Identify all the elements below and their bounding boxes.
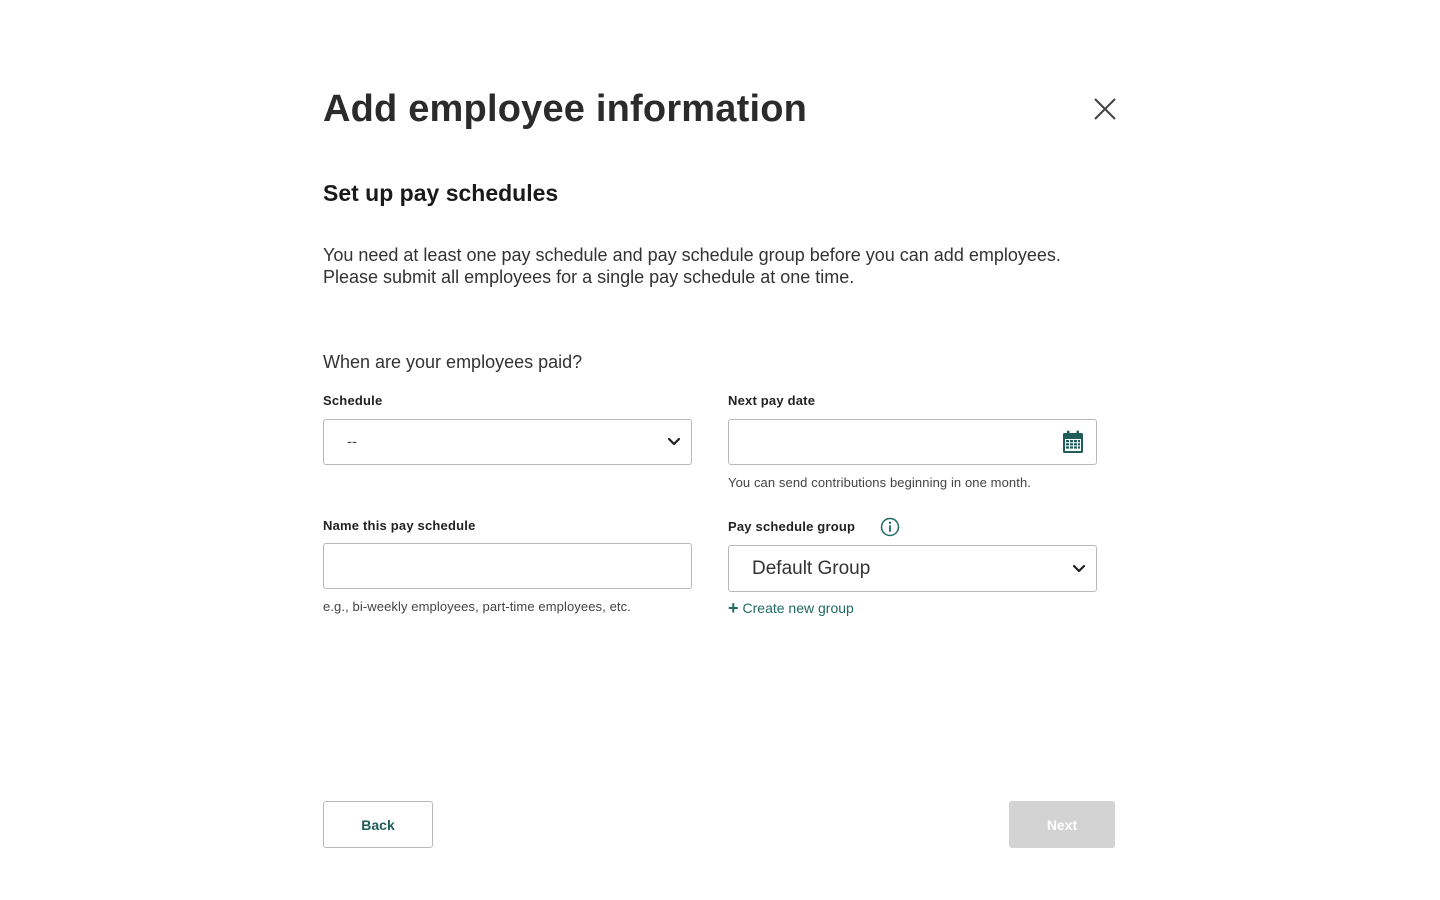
group-selected-value: Default Group [752,557,871,579]
section-title: Set up pay schedules [323,180,559,206]
schedule-select[interactable]: -- [323,419,692,465]
plus-icon: + [728,598,739,618]
schedule-name-label: Name this pay schedule [323,518,476,533]
create-new-group-label: Create new group [742,600,854,616]
next-pay-date-field[interactable] [728,419,1097,465]
chevron-down-icon [1072,564,1086,572]
back-button[interactable]: Back [323,801,433,848]
schedule-label: Schedule [323,393,383,408]
close-button[interactable] [1090,94,1120,124]
add-employee-modal: Add employee information Set up pay sche… [0,0,1440,900]
pay-schedule-group-select[interactable]: Default Group [728,545,1097,592]
pay-schedule-group-label: Pay schedule group [728,519,856,534]
close-icon [1094,98,1116,120]
next-button[interactable]: Next [1009,801,1115,848]
pay-question: When are your employees paid? [323,352,583,372]
next-pay-date-label: Next pay date [728,393,816,408]
page-title: Add employee information [323,88,808,130]
calendar-icon[interactable] [1062,430,1084,454]
next-pay-date-help: You can send contributions beginning in … [728,475,1032,490]
intro-text: You need at least one pay schedule and p… [323,245,1061,287]
create-new-group-link[interactable]: + Create new group [728,598,854,618]
schedule-name-input[interactable] [323,543,692,589]
schedule-name-help: e.g., bi-weekly employees, part-time emp… [323,599,631,614]
info-icon[interactable] [880,517,900,537]
chevron-down-icon [667,437,681,446]
schedule-selected-value: -- [347,433,357,451]
